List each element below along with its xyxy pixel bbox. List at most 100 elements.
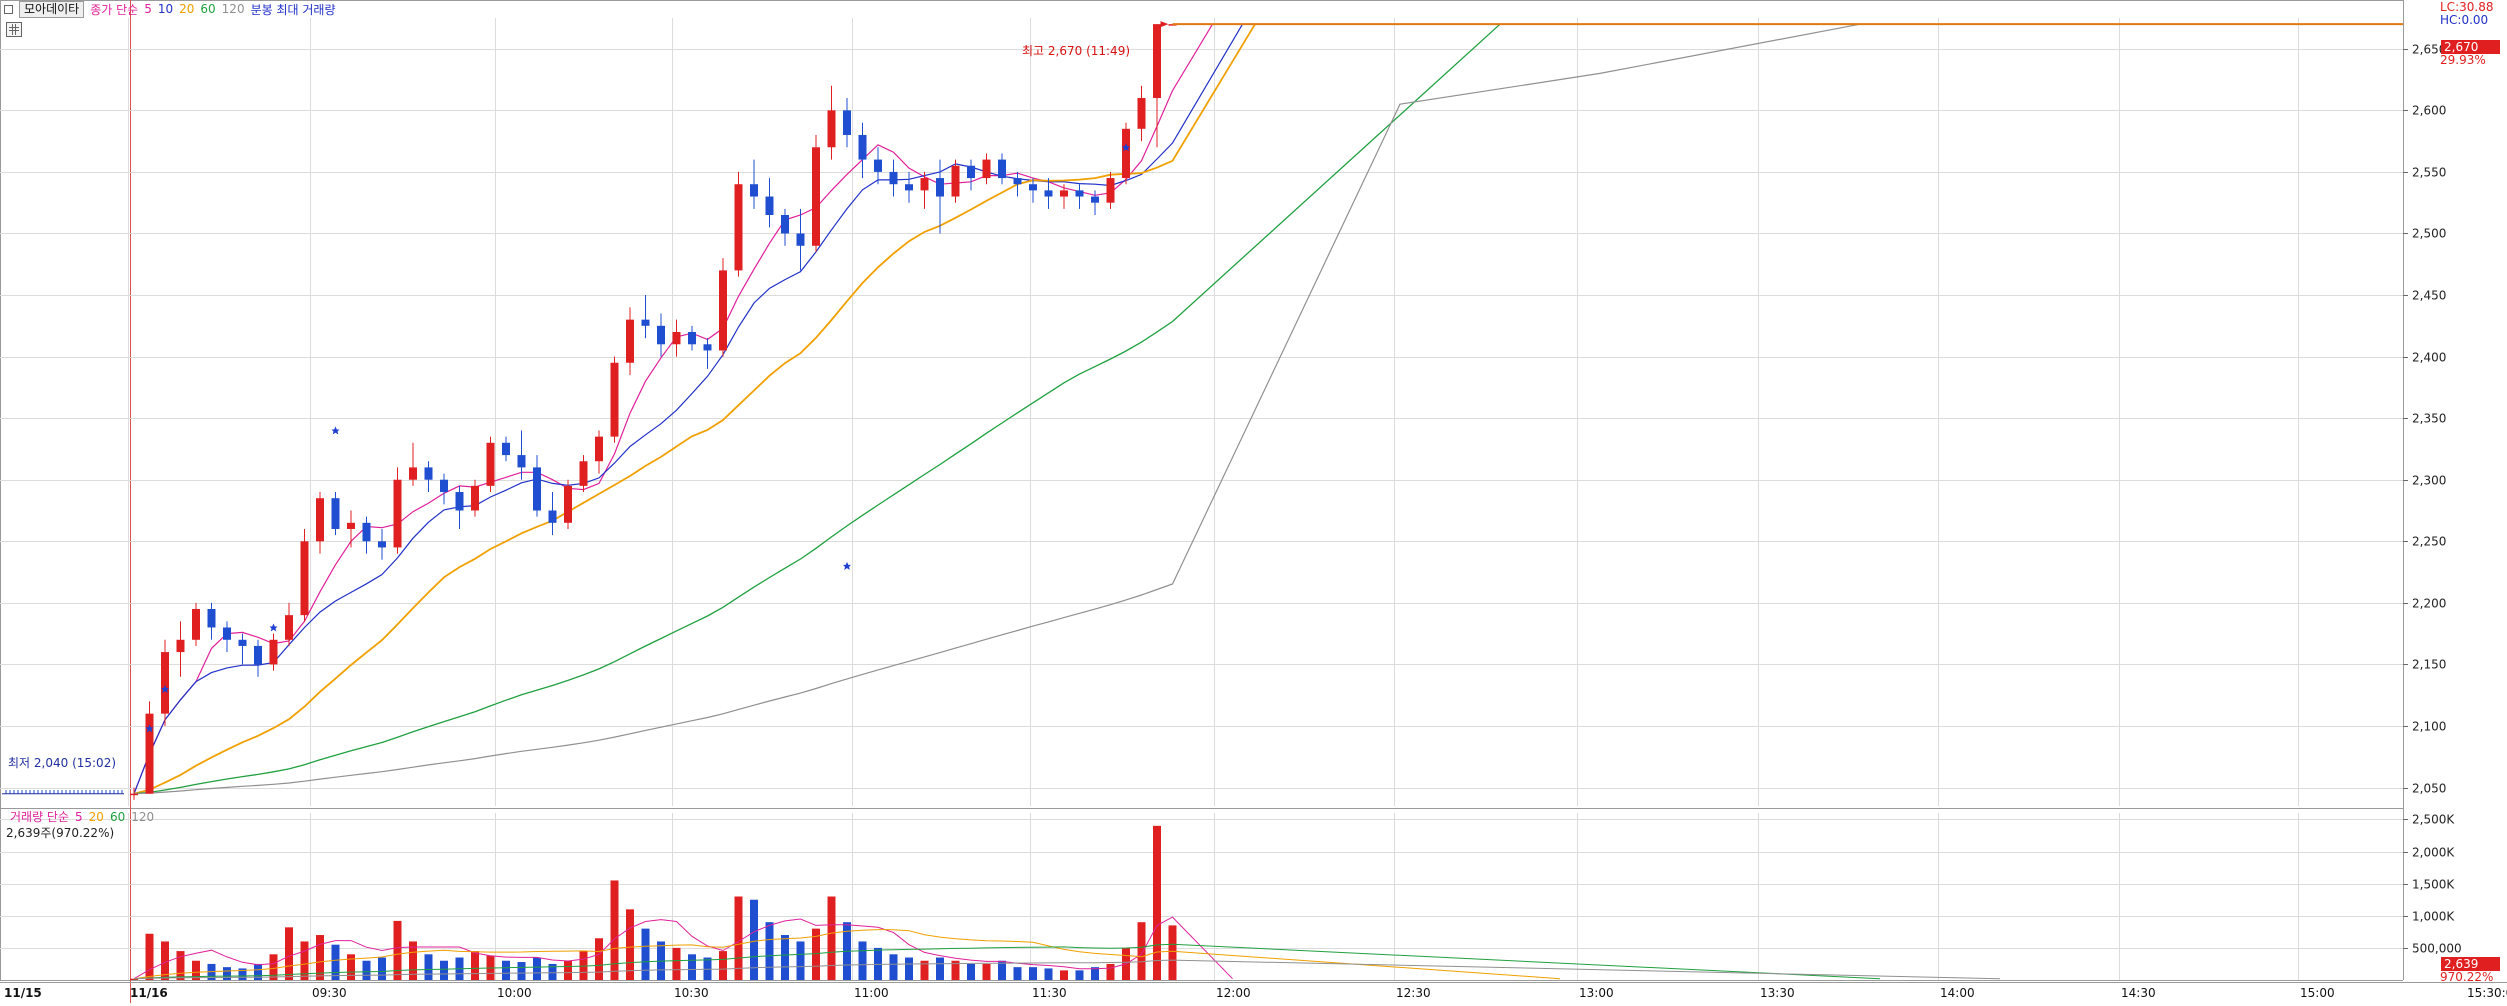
volume-bar: [517, 962, 526, 980]
candle-body: [378, 541, 386, 548]
candle-body: [393, 479, 402, 548]
time-tick-label: 10:30: [674, 986, 709, 1000]
candle-body: [641, 319, 650, 326]
candle-body: [905, 184, 913, 191]
volume-bar: [967, 963, 975, 980]
volume-bar: [223, 967, 231, 980]
candle-body: [967, 165, 975, 179]
candle-body: [254, 645, 262, 665]
candle-body: [1091, 196, 1099, 203]
volume-bar: [827, 896, 836, 980]
volume-bar: [765, 922, 774, 980]
volume-bar: [362, 960, 371, 980]
ma10-line: [133, 23, 1244, 794]
candle-body: [843, 110, 851, 135]
candle-body: [1075, 190, 1084, 197]
volume-bar: [734, 896, 743, 980]
volume-bar: [905, 957, 913, 980]
candle-body: [951, 165, 960, 197]
volume-bar: [796, 941, 805, 980]
candle-body: [1153, 24, 1161, 99]
volume-tick-label: 500,000: [2412, 942, 2462, 956]
volume-bar: [982, 963, 991, 980]
change-pct-label: 29.93%: [2440, 53, 2486, 67]
volume-tick-label: 2,500K: [2412, 813, 2455, 827]
price-tick-label: 2,600: [2412, 104, 2446, 118]
candle-body: [486, 442, 495, 486]
candle-body: [796, 233, 805, 246]
hc-label: HC:0.00: [2440, 13, 2489, 27]
signal-star-icon: [843, 561, 851, 570]
ma120-label: 120: [221, 2, 245, 16]
candle-body: [1044, 190, 1053, 197]
volume-bar: [176, 951, 185, 980]
volume-bar: [1075, 970, 1084, 980]
price-tick-label: 2,200: [2412, 597, 2446, 611]
price-tick-label: 2,100: [2412, 720, 2446, 734]
volume-indicator-header: 거래량 단순 5 20 60 120: [4, 808, 154, 825]
volume-bar: [626, 909, 634, 980]
candle-body: [874, 159, 882, 172]
volume-bar: [533, 957, 541, 980]
collapse-icon[interactable]: [4, 4, 13, 14]
candle-body: [316, 498, 324, 542]
price-tick-label: 2,450: [2412, 289, 2446, 303]
candle-body: [889, 171, 898, 185]
candle-body: [455, 492, 464, 511]
volume-tick-label: 2,000K: [2412, 846, 2455, 860]
time-tick-label: 11/16: [130, 986, 168, 1000]
signal-star-icon: [269, 623, 278, 632]
volume-bar: [331, 944, 340, 980]
candle-body: [1060, 190, 1068, 197]
volume-label: 거래량 단순: [10, 810, 70, 824]
ma120-line: [133, 23, 1861, 795]
volume-bar: [1153, 825, 1161, 980]
price-tick-label: 2,250: [2412, 535, 2446, 549]
table-icon[interactable]: [6, 22, 22, 37]
high-annotation: 최고 2,670 (11:49): [1022, 44, 1131, 58]
volume-bar: [595, 938, 603, 980]
time-tick-label: 12:30: [1396, 986, 1431, 1000]
candle-body: [703, 344, 712, 351]
volume-bar: [781, 935, 789, 980]
stock-name-tab[interactable]: 모아데이타: [19, 0, 85, 18]
price-tick-label: 2,300: [2412, 474, 2446, 488]
vol-ma120-label: 120: [131, 809, 155, 824]
candle-body: [982, 159, 991, 179]
stock-chart[interactable]: 11/15 11/16 09:30 10:00 10:30 11:00 11:30 12:00…: [0, 0, 2507, 1003]
chart-canvas: 11/15 11/16 09:30 10:00 10:30 11:00 11:30 12:00…: [0, 0, 2507, 1003]
time-tick-label: 10:00: [497, 986, 532, 1000]
candle-body: [300, 541, 309, 616]
price-tick-label: 2,500: [2412, 227, 2446, 241]
candle-body: [1029, 184, 1037, 191]
time-tick-label: 11:00: [854, 986, 889, 1000]
volume-bar: [672, 947, 681, 980]
vol-ma5-label: 5: [75, 809, 83, 824]
candle-body: [765, 196, 774, 215]
volume-bar: [269, 954, 278, 980]
volume-bar: [285, 927, 293, 980]
volume-bar: [719, 951, 727, 980]
candle-body: [936, 178, 944, 197]
volume-bar: [610, 880, 619, 980]
volume-bar: [378, 957, 386, 980]
candle-body: [207, 609, 216, 628]
ma5-label: 5: [144, 2, 152, 16]
candle-body: [719, 270, 727, 351]
time-tick-label: 09:30: [312, 986, 347, 1000]
signal-star-icon: [331, 426, 340, 435]
candle-body: [533, 467, 541, 511]
max-volume-label: 분봉 최대 거래량: [250, 2, 336, 17]
candle-body: [238, 639, 247, 646]
time-tick-label: 13:00: [1579, 986, 1614, 1000]
ma60-line: [133, 23, 1501, 795]
candle-body: [827, 110, 836, 148]
volume-bar: [471, 951, 479, 980]
ma5-line: [133, 23, 1214, 794]
candle-body: [1122, 128, 1130, 179]
volume-tick-label: 1,000K: [2412, 910, 2455, 924]
candle-body: [130, 793, 138, 796]
volume-bar: [424, 954, 433, 980]
volume-bar: [1013, 967, 1022, 980]
volume-bar: [1168, 925, 1177, 980]
